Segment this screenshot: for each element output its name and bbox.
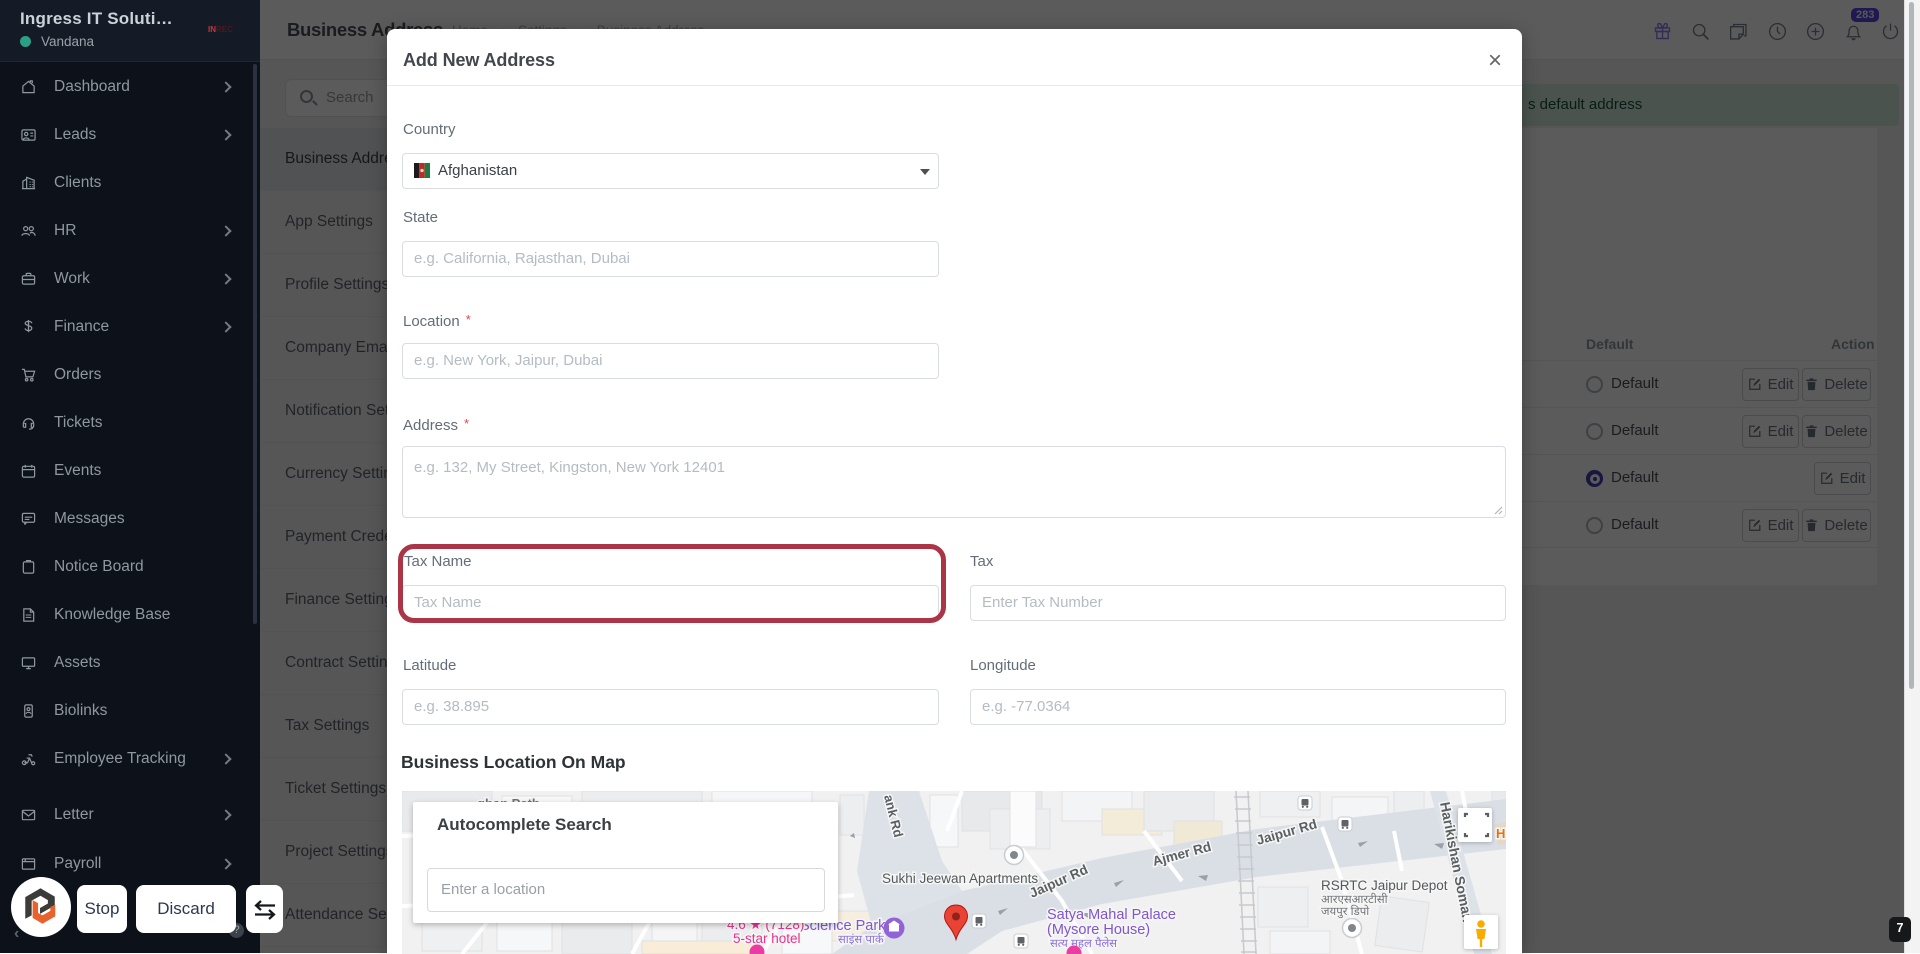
svg-text:Satya Mahal Palace: Satya Mahal Palace	[1047, 907, 1176, 923]
svg-text:सत्य महल पैलेस: सत्य महल पैलेस	[1050, 936, 1117, 950]
svg-text:HA: HA	[1496, 826, 1506, 841]
svg-text:5-star hotel: 5-star hotel	[733, 931, 801, 946]
svg-text:Sukhi Jeewan Apartments: Sukhi Jeewan Apartments	[882, 871, 1038, 886]
svg-text:RSRTC Jaipur Depot: RSRTC Jaipur Depot	[1321, 878, 1448, 893]
svg-text:(Mysore House): (Mysore House)	[1047, 922, 1150, 938]
svg-text:जयपुर डिपो: जयपुर डिपो	[1321, 904, 1370, 919]
svg-text:आरएसआरटीसी: आरएसआरटीसी	[1321, 892, 1389, 906]
svg-text:साइंस पार्क: साइंस पार्क	[838, 932, 884, 946]
